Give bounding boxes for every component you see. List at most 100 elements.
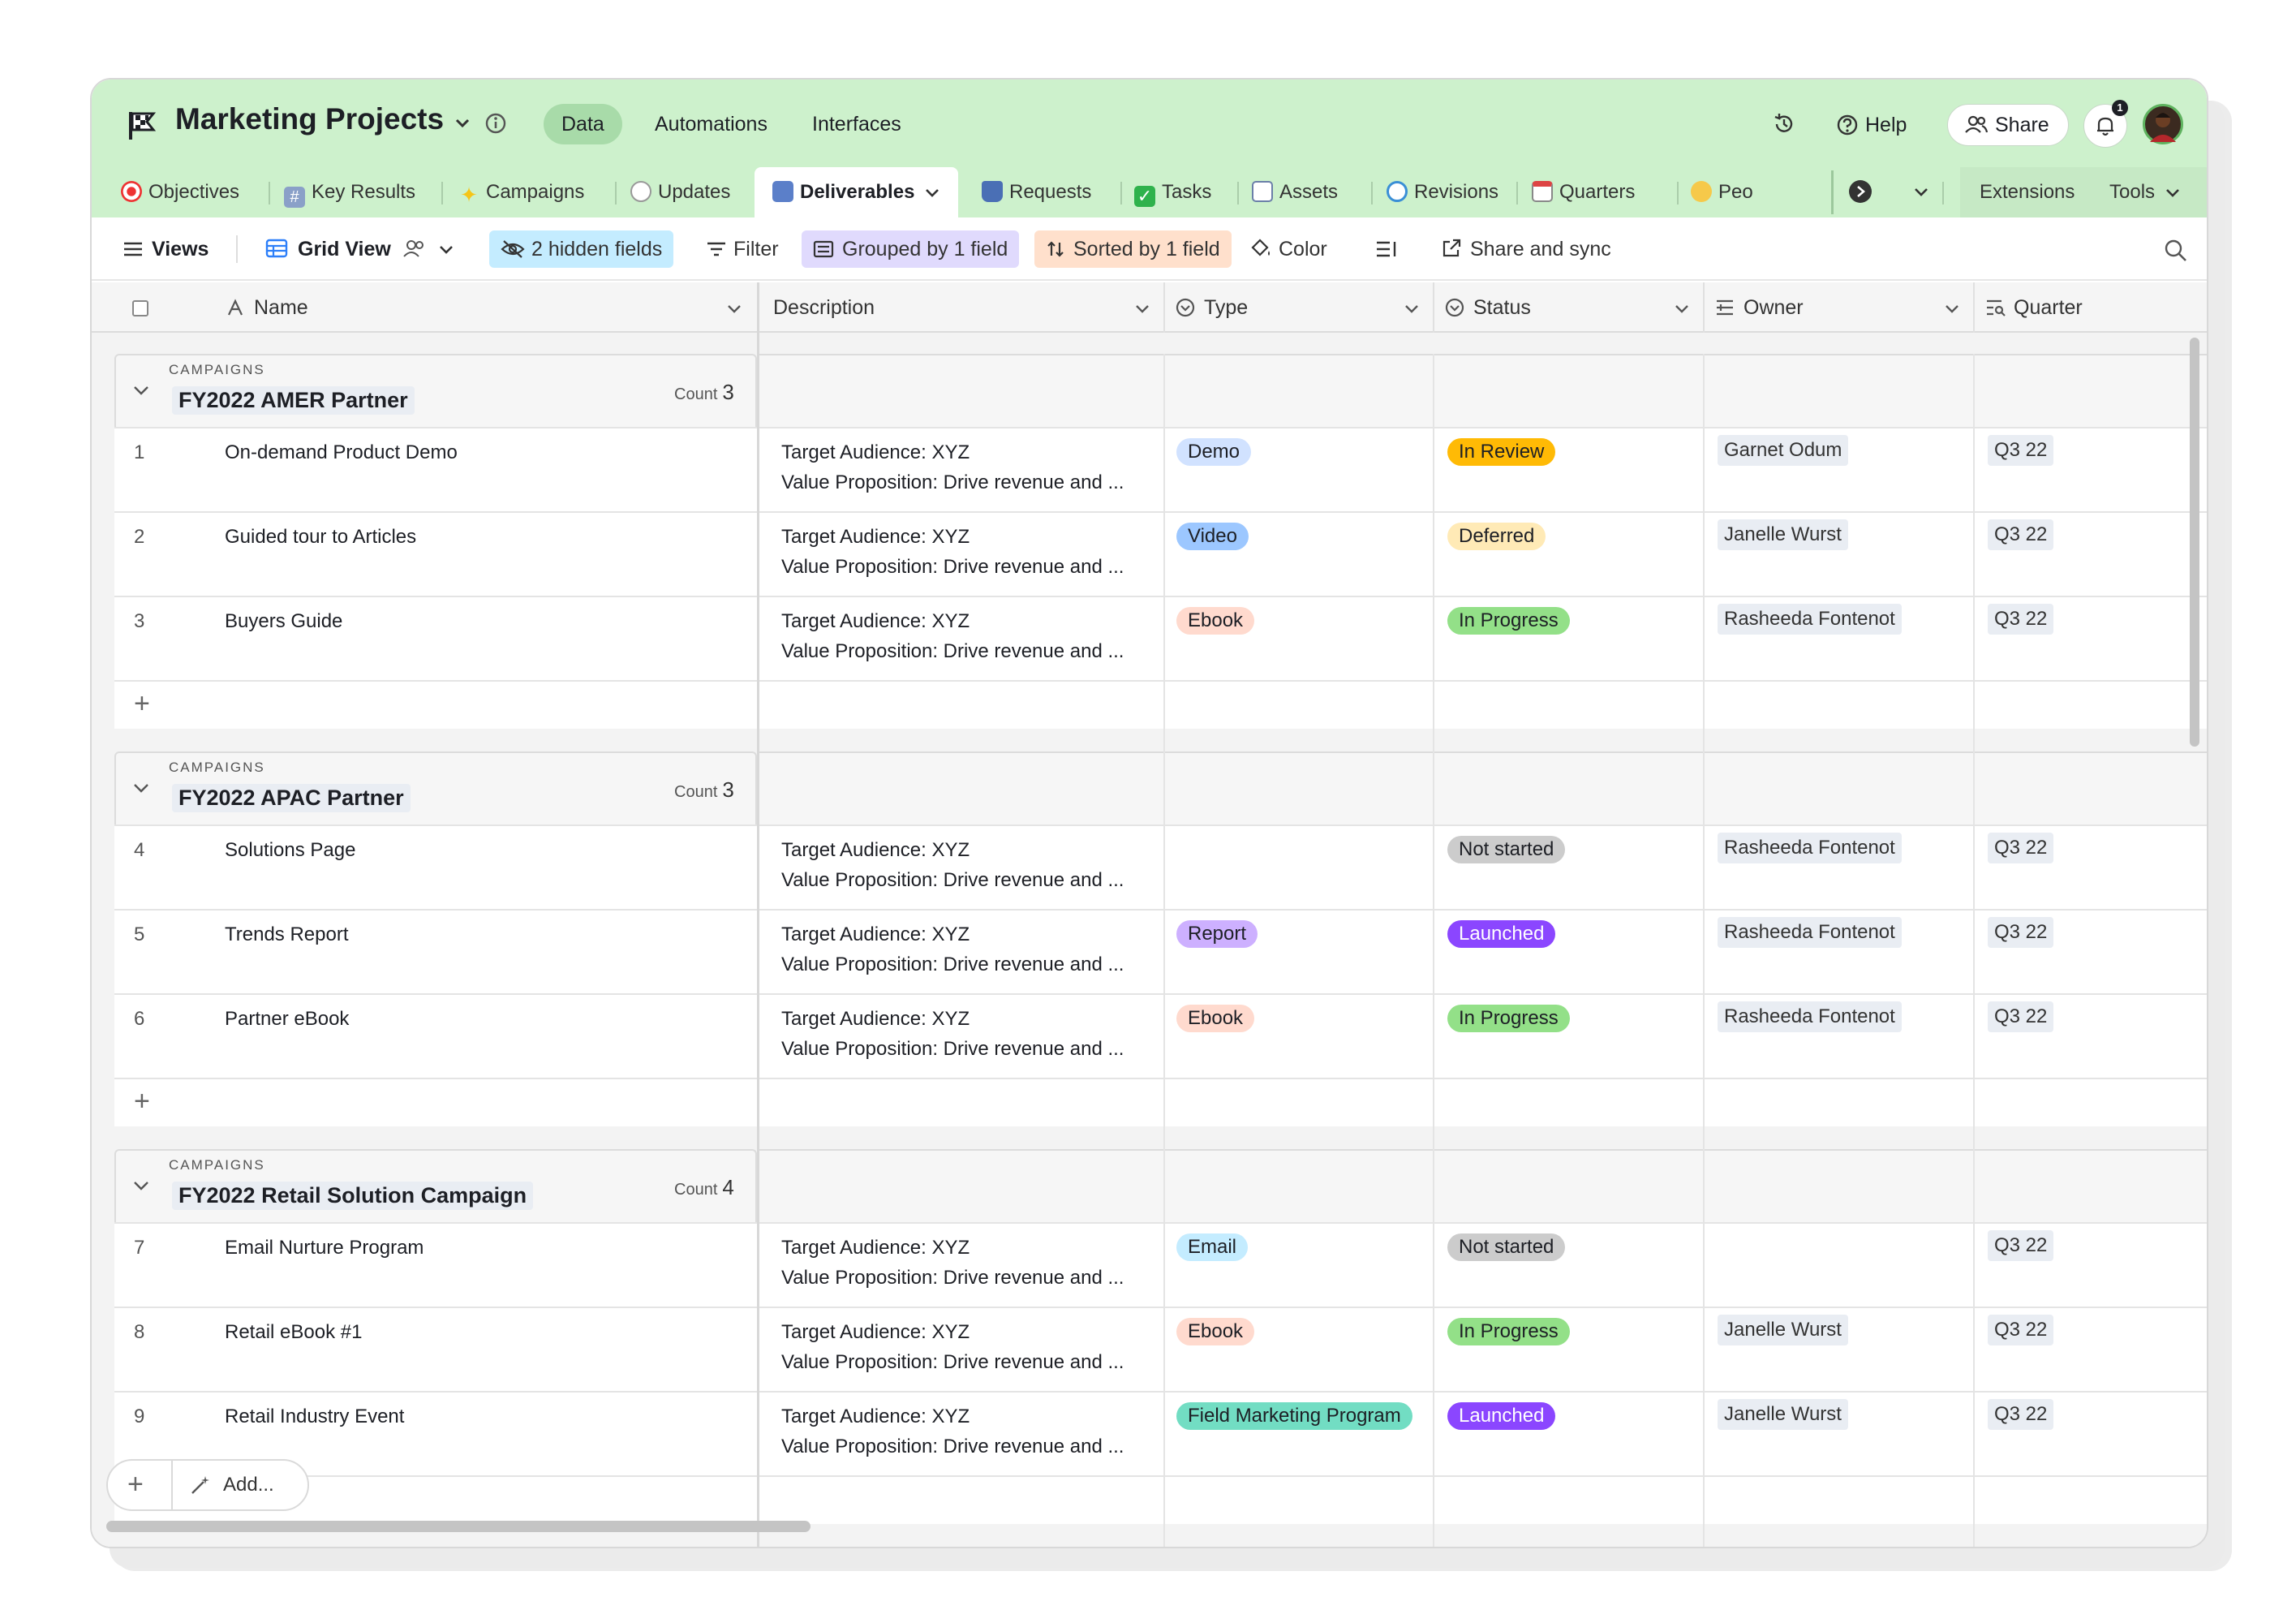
description-line-1[interactable]: Target Audience: XYZ bbox=[781, 919, 970, 949]
quarter-record[interactable]: Q3 22 bbox=[1988, 917, 2054, 948]
column-owner[interactable]: Owner bbox=[1714, 282, 1804, 333]
quarter-record[interactable]: Q3 22 bbox=[1988, 1315, 2054, 1345]
tab-key-results[interactable]: # Key Results bbox=[284, 167, 415, 217]
sorted-button[interactable]: Sorted by 1 field bbox=[1034, 230, 1232, 268]
owner-record[interactable]: Garnet Odum bbox=[1718, 435, 1849, 466]
owner-record[interactable]: Rasheeda Fontenot bbox=[1718, 917, 1902, 948]
tab-assets[interactable]: Assets bbox=[1252, 167, 1338, 217]
type-chip[interactable]: Video bbox=[1176, 523, 1249, 550]
group-title[interactable]: FY2022 Retail Solution Campaign bbox=[172, 1182, 534, 1210]
quarter-record[interactable]: Q3 22 bbox=[1988, 604, 2054, 635]
table-row[interactable] bbox=[114, 1391, 2207, 1475]
quarter-record[interactable]: Q3 22 bbox=[1988, 1230, 2054, 1261]
quarter-record[interactable]: Q3 22 bbox=[1988, 435, 2054, 466]
tools-button[interactable]: Tools bbox=[2109, 167, 2181, 217]
description-line-2[interactable]: Value Proposition: Drive revenue and ... bbox=[781, 1034, 1124, 1064]
type-chip[interactable]: Report bbox=[1176, 920, 1258, 948]
share-button[interactable]: Share bbox=[1947, 104, 2069, 146]
description-line-2[interactable]: Value Proposition: Drive revenue and ... bbox=[781, 1431, 1124, 1462]
column-type[interactable]: Type bbox=[1175, 282, 1248, 333]
description-line-2[interactable]: Value Proposition: Drive revenue and ... bbox=[781, 1263, 1124, 1293]
description-line-2[interactable]: Value Proposition: Drive revenue and ... bbox=[781, 636, 1124, 666]
table-row[interactable] bbox=[114, 427, 2207, 511]
description-line-2[interactable]: Value Proposition: Drive revenue and ... bbox=[781, 1347, 1124, 1377]
description-line-1[interactable]: Target Audience: XYZ bbox=[781, 1233, 970, 1263]
quarter-record[interactable]: Q3 22 bbox=[1988, 1399, 2054, 1430]
table-row[interactable] bbox=[114, 511, 2207, 596]
record-name[interactable]: Email Nurture Program bbox=[225, 1237, 424, 1259]
plus-icon[interactable]: + bbox=[134, 1087, 150, 1115]
search-icon[interactable] bbox=[2164, 239, 2188, 263]
add-row[interactable] bbox=[114, 680, 2207, 729]
filter-button[interactable]: Filter bbox=[694, 230, 790, 268]
quarter-record[interactable]: Q3 22 bbox=[1988, 833, 2054, 863]
type-chip[interactable]: Demo bbox=[1176, 438, 1252, 466]
type-chip[interactable]: Ebook bbox=[1176, 1005, 1255, 1032]
description-line-1[interactable]: Target Audience: XYZ bbox=[781, 522, 970, 552]
type-chip[interactable]: Ebook bbox=[1176, 1318, 1255, 1345]
avatar[interactable] bbox=[2143, 104, 2183, 144]
description-line-1[interactable]: Target Audience: XYZ bbox=[781, 606, 970, 636]
table-row[interactable] bbox=[114, 1307, 2207, 1391]
more-tabs-icon[interactable] bbox=[1849, 180, 1872, 203]
owner-record[interactable]: Janelle Wurst bbox=[1718, 519, 1848, 550]
tab-deliverables[interactable]: Deliverables bbox=[755, 167, 959, 217]
chevron-down-icon[interactable] bbox=[924, 187, 940, 199]
status-chip[interactable]: Launched bbox=[1447, 1402, 1556, 1430]
hidden-fields-button[interactable]: 2 hidden fields bbox=[489, 230, 674, 268]
collapse-chevron-icon[interactable] bbox=[132, 1180, 150, 1191]
owner-record[interactable]: Rasheeda Fontenot bbox=[1718, 1001, 1902, 1032]
table-row[interactable] bbox=[114, 1222, 2207, 1307]
status-chip[interactable]: Deferred bbox=[1447, 523, 1546, 550]
owner-record[interactable]: Janelle Wurst bbox=[1718, 1315, 1848, 1345]
tab-campaigns[interactable]: ✦ Campaigns bbox=[458, 167, 584, 217]
record-name[interactable]: Retail Industry Event bbox=[225, 1406, 404, 1428]
select-all-checkbox[interactable] bbox=[132, 300, 148, 316]
collapse-chevron-icon[interactable] bbox=[132, 782, 150, 794]
grouped-button[interactable]: Grouped by 1 field bbox=[802, 230, 1020, 268]
grid-view-button[interactable]: Grid View bbox=[254, 230, 466, 268]
tab-updates[interactable]: Updates bbox=[630, 167, 730, 217]
status-chip[interactable]: In Review bbox=[1447, 438, 1556, 466]
column-name[interactable]: Name bbox=[226, 282, 308, 333]
record-name[interactable]: Buyers Guide bbox=[225, 610, 342, 633]
status-chip[interactable]: In Progress bbox=[1447, 1005, 1570, 1032]
horizontal-scrollbar[interactable] bbox=[106, 1521, 810, 1532]
add-row[interactable] bbox=[114, 1078, 2207, 1126]
type-chip[interactable]: Email bbox=[1176, 1233, 1249, 1261]
chevron-down-icon[interactable] bbox=[1674, 304, 1690, 315]
collapse-chevron-icon[interactable] bbox=[132, 385, 150, 396]
group-title[interactable]: FY2022 APAC Partner bbox=[172, 784, 411, 812]
record-name[interactable]: Trends Report bbox=[225, 923, 349, 946]
record-name[interactable]: Retail eBook #1 bbox=[225, 1321, 362, 1344]
description-line-1[interactable]: Target Audience: XYZ bbox=[781, 835, 970, 865]
status-chip[interactable]: In Progress bbox=[1447, 1318, 1570, 1345]
nav-data[interactable]: Data bbox=[544, 104, 622, 144]
description-line-1[interactable]: Target Audience: XYZ bbox=[781, 1004, 970, 1034]
description-line-1[interactable]: Target Audience: XYZ bbox=[781, 1317, 970, 1347]
tab-objectives[interactable]: Objectives bbox=[121, 167, 239, 217]
owner-record[interactable]: Rasheeda Fontenot bbox=[1718, 604, 1902, 635]
description-line-2[interactable]: Value Proposition: Drive revenue and ... bbox=[781, 467, 1124, 497]
tab-people[interactable]: Peo bbox=[1691, 167, 1831, 217]
chevron-down-icon[interactable] bbox=[726, 304, 742, 315]
status-chip[interactable]: In Progress bbox=[1447, 607, 1570, 635]
column-status[interactable]: Status bbox=[1444, 282, 1531, 333]
tab-tasks[interactable]: ✓ Tasks bbox=[1134, 167, 1211, 217]
nav-automations[interactable]: Automations bbox=[637, 104, 785, 144]
record-name[interactable]: Solutions Page bbox=[225, 839, 355, 862]
title-chevron-down-icon[interactable] bbox=[454, 117, 471, 130]
row-height-button[interactable] bbox=[1364, 230, 1411, 268]
tab-revisions[interactable]: Revisions bbox=[1387, 167, 1498, 217]
base-flag-icon[interactable] bbox=[124, 107, 160, 143]
views-button[interactable]: Views bbox=[111, 230, 220, 268]
plus-icon[interactable]: + bbox=[127, 1470, 144, 1498]
record-name[interactable]: Partner eBook bbox=[225, 1008, 349, 1031]
extensions-button[interactable]: Extensions bbox=[1980, 167, 2075, 217]
all-tables-chevron-icon[interactable] bbox=[1912, 187, 1930, 198]
status-chip[interactable]: Not started bbox=[1447, 836, 1566, 863]
owner-record[interactable]: Janelle Wurst bbox=[1718, 1399, 1848, 1430]
description-line-1[interactable]: Target Audience: XYZ bbox=[781, 437, 970, 467]
description-line-1[interactable]: Target Audience: XYZ bbox=[781, 1401, 970, 1431]
description-line-2[interactable]: Value Proposition: Drive revenue and ... bbox=[781, 949, 1124, 979]
